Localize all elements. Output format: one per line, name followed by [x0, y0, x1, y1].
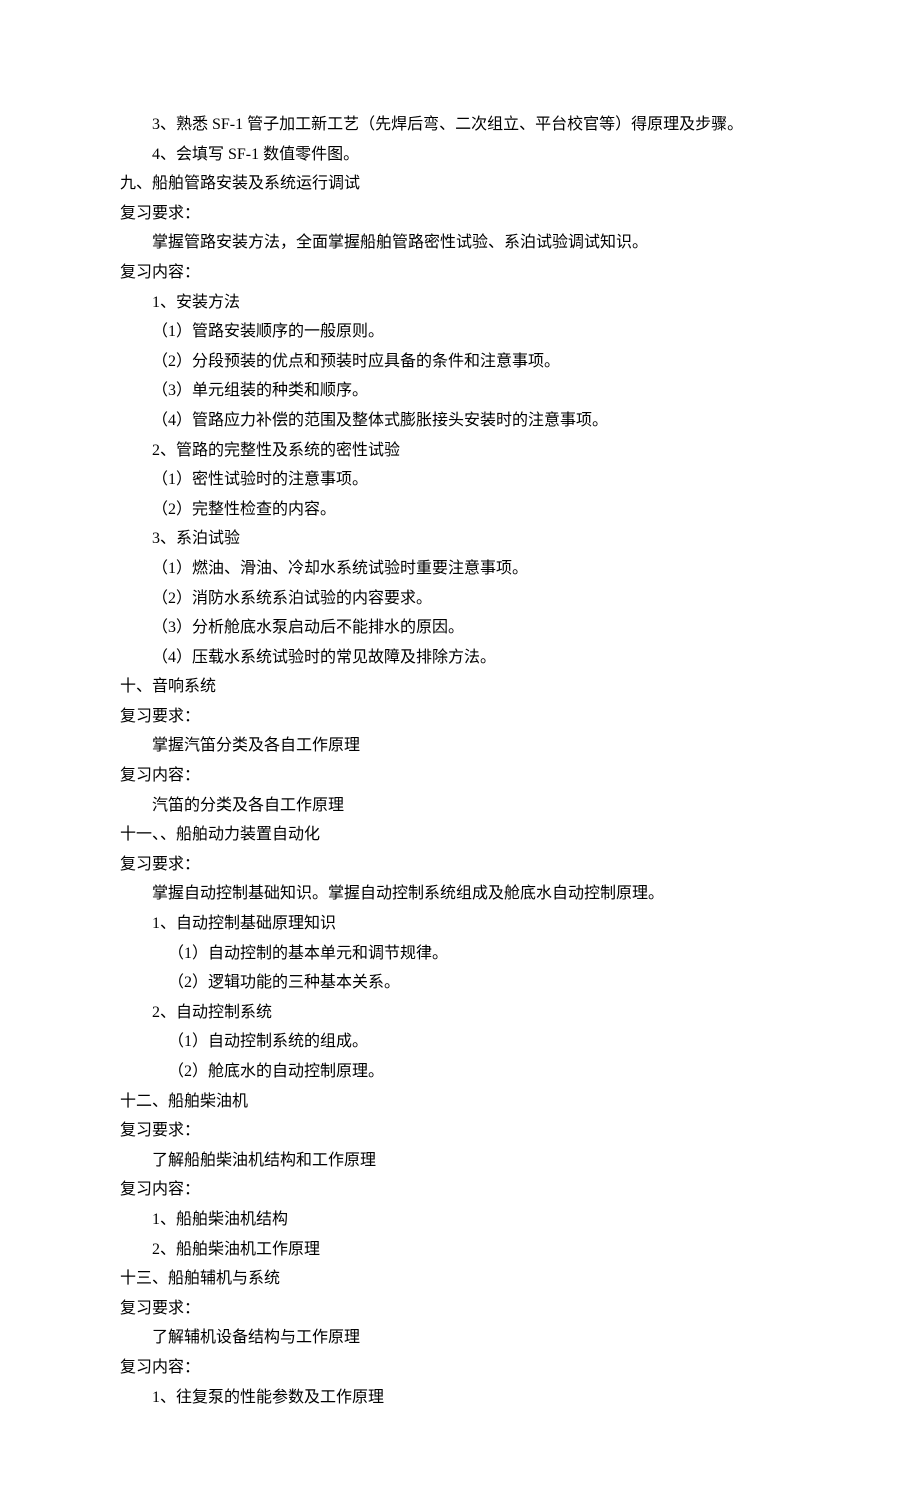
text-line: （4）管路应力补偿的范围及整体式膨胀接头安装时的注意事项。	[120, 406, 800, 436]
text-line: 汽笛的分类及各自工作原理	[120, 791, 800, 821]
text-line: 3、系泊试验	[120, 524, 800, 554]
text-line: 十三、船舶辅机与系统	[120, 1264, 800, 1294]
text-line: （2）消防水系统系泊试验的内容要求。	[120, 584, 800, 614]
text-line: 复习要求：	[120, 1294, 800, 1324]
text-line: （1）管路安装顺序的一般原则。	[120, 317, 800, 347]
text-line: 复习要求：	[120, 702, 800, 732]
text-line: 十、音响系统	[120, 672, 800, 702]
text-line: 复习内容：	[120, 761, 800, 791]
text-line: 2、船舶柴油机工作原理	[120, 1235, 800, 1265]
text-line: 复习要求：	[120, 850, 800, 880]
text-line: （1）密性试验时的注意事项。	[120, 465, 800, 495]
text-line: （3）分析舱底水泵启动后不能排水的原因。	[120, 613, 800, 643]
text-line: 4、会填写 SF-1 数值零件图。	[120, 140, 800, 170]
text-line: 九、船舶管路安装及系统运行调试	[120, 169, 800, 199]
text-line: 十一、、船舶动力装置自动化	[120, 820, 800, 850]
text-line: （1）燃油、滑油、冷却水系统试验时重要注意事项。	[120, 554, 800, 584]
text-line: 1、安装方法	[120, 288, 800, 318]
text-line: 1、自动控制基础原理知识	[120, 909, 800, 939]
text-line: （2）完整性检查的内容。	[120, 495, 800, 525]
text-line: 了解辅机设备结构与工作原理	[120, 1323, 800, 1353]
text-line: 3、熟悉 SF-1 管子加工新工艺（先焊后弯、二次组立、平台校官等）得原理及步骤…	[120, 110, 800, 140]
text-line: 2、管路的完整性及系统的密性试验	[120, 436, 800, 466]
text-line: （4）压载水系统试验时的常见故障及排除方法。	[120, 643, 800, 673]
text-line: 十二、船舶柴油机	[120, 1087, 800, 1117]
text-line: 掌握自动控制基础知识。掌握自动控制系统组成及舱底水自动控制原理。	[120, 879, 800, 909]
text-line: 1、往复泵的性能参数及工作原理	[120, 1383, 800, 1413]
text-line: 掌握汽笛分类及各自工作原理	[120, 731, 800, 761]
text-line: （2）舱底水的自动控制原理。	[120, 1057, 800, 1087]
document-page: 3、熟悉 SF-1 管子加工新工艺（先焊后弯、二次组立、平台校官等）得原理及步骤…	[0, 0, 920, 1512]
text-line: 1、船舶柴油机结构	[120, 1205, 800, 1235]
text-line: 复习内容：	[120, 258, 800, 288]
text-line: （2）分段预装的优点和预装时应具备的条件和注意事项。	[120, 347, 800, 377]
text-line: （3）单元组装的种类和顺序。	[120, 376, 800, 406]
text-line: （1）自动控制的基本单元和调节规律。	[120, 939, 800, 969]
text-line: 了解船舶柴油机结构和工作原理	[120, 1146, 800, 1176]
text-line: 2、自动控制系统	[120, 998, 800, 1028]
text-line: （1）自动控制系统的组成。	[120, 1027, 800, 1057]
text-line: 复习要求：	[120, 199, 800, 229]
text-line: 复习内容：	[120, 1353, 800, 1383]
text-line: 复习要求：	[120, 1116, 800, 1146]
text-line: 复习内容：	[120, 1175, 800, 1205]
text-line: 掌握管路安装方法，全面掌握船舶管路密性试验、系泊试验调试知识。	[120, 228, 800, 258]
text-line: （2）逻辑功能的三种基本关系。	[120, 968, 800, 998]
